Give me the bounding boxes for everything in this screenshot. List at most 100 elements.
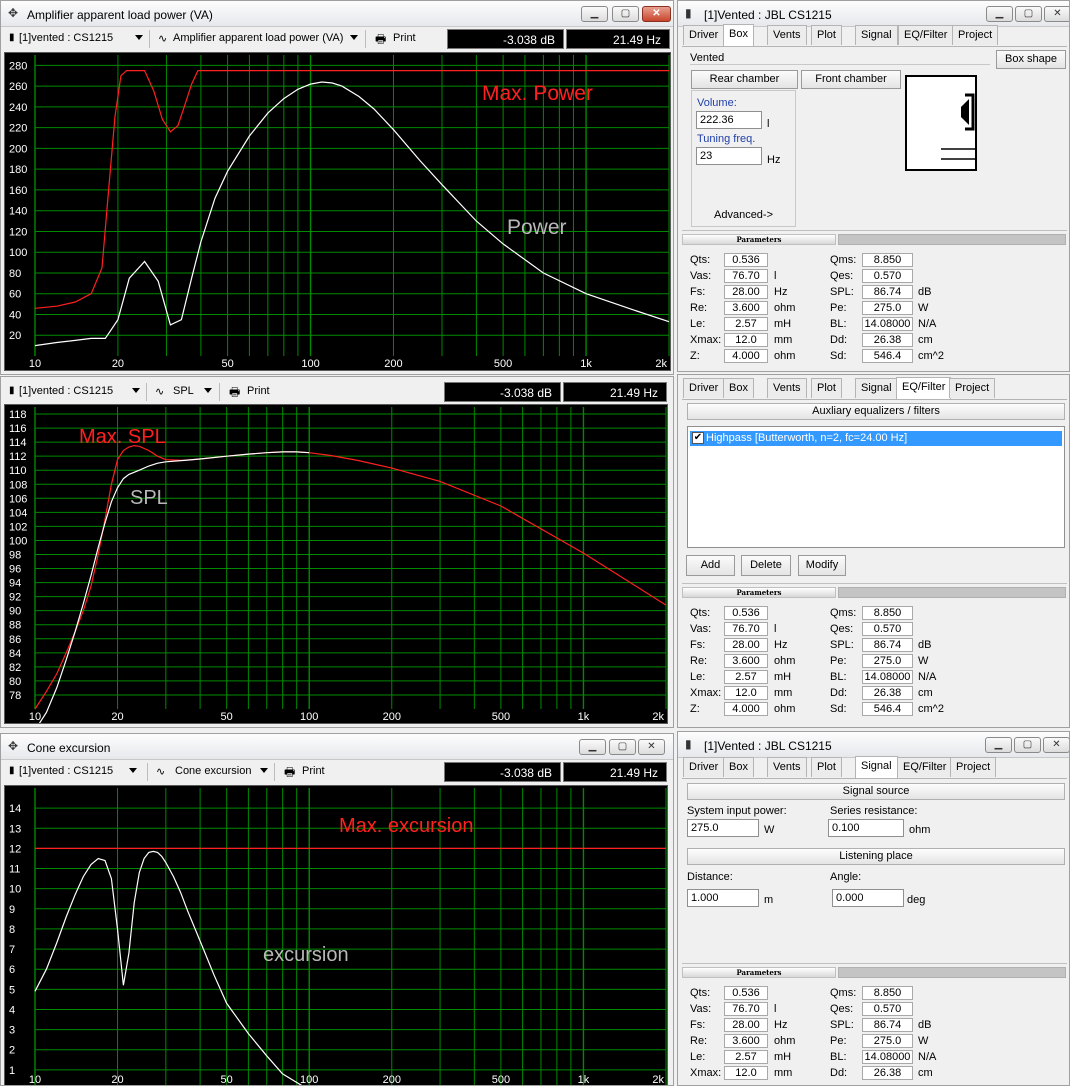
minimize-button[interactable]: ▁ xyxy=(581,6,608,22)
power-plot[interactable]: 20 40 60 80 100 120 140 160 180 200 220 240 260 280 10… xyxy=(4,52,671,371)
param-pe-value: 275.0 xyxy=(862,654,913,668)
close-button[interactable]: ✕ xyxy=(1043,737,1069,753)
param-spl-value: 86.74 xyxy=(862,1018,913,1032)
excursion-plot[interactable]: 1 2 3 4 5 6 7 8 9 10 11 12 13 14 10 20 50 100 200 500 1k 2k Ma… xyxy=(4,785,668,1085)
tuning-input[interactable]: 23 xyxy=(696,147,762,165)
tab-eq-filter[interactable]: EQ/Filter xyxy=(898,25,954,45)
print-button[interactable]: Print xyxy=(247,385,270,397)
param-vas-label: Vas: xyxy=(690,623,712,635)
maximize-button[interactable]: ▢ xyxy=(1014,737,1041,753)
excursion-titlebar: ✥ Cone excursion ▁ ▢ ✕ xyxy=(1,734,673,760)
curve-selector[interactable]: [1]vented : CS1215 xyxy=(19,32,113,44)
close-button[interactable]: ✕ xyxy=(638,739,665,755)
y-tick-label: 12 xyxy=(9,843,21,855)
add-button[interactable]: Add xyxy=(686,555,735,576)
chevron-down-icon[interactable] xyxy=(129,768,137,773)
chevron-down-icon[interactable] xyxy=(260,768,268,773)
distance-field[interactable]: 1.000 xyxy=(687,889,759,907)
signal-panel: ▮ [1]Vented : JBL CS1215 ▁ ▢ ✕ Driver Bo… xyxy=(677,731,1070,1086)
volume-input[interactable]: 222.36 xyxy=(696,111,762,129)
chevron-down-icon[interactable] xyxy=(132,388,140,393)
signal-tabs: Driver Box Vents Plot Signal EQ/Filter P… xyxy=(683,756,1063,779)
tab-plot[interactable]: Plot xyxy=(811,378,842,398)
curve-selector[interactable]: [1]vented : CS1215 xyxy=(19,385,113,397)
param-pe-value: 275.0 xyxy=(862,1034,913,1048)
param-le-value: 2.57 xyxy=(724,317,768,331)
tab-project[interactable]: Project xyxy=(952,25,999,45)
tab-eq-filter[interactable]: EQ/Filter xyxy=(897,757,953,777)
param-sd-value: 546.4 xyxy=(862,702,913,716)
param-qts-value: 0.536 xyxy=(724,606,768,620)
tab-driver[interactable]: Driver xyxy=(683,378,725,398)
tab-signal[interactable]: Signal xyxy=(855,25,898,45)
param-pe-value: 275.0 xyxy=(862,301,913,315)
series-resistance-field[interactable]: 0.100 xyxy=(828,819,904,837)
list-item[interactable]: ✔ Highpass [Butterworth, n=2, fc=24.00 H… xyxy=(690,431,1062,446)
chevron-down-icon[interactable] xyxy=(135,35,143,40)
rear-chamber-button[interactable]: Rear chamber xyxy=(691,70,798,89)
param-dd-unit: cm xyxy=(918,687,933,699)
tab-box[interactable]: Box xyxy=(723,757,754,777)
plot-selector[interactable]: SPL xyxy=(173,385,194,397)
y-tick-label: 1 xyxy=(9,1065,15,1077)
chevron-down-icon[interactable] xyxy=(204,388,212,393)
y-tick-label: 88 xyxy=(9,620,21,632)
tab-eq-filter[interactable]: EQ/Filter xyxy=(896,377,952,399)
param-xmax-value: 12.0 xyxy=(724,686,768,700)
y-tick-label: 14 xyxy=(9,803,21,815)
delete-button[interactable]: Delete xyxy=(741,555,791,576)
param-fs-label: Fs: xyxy=(690,1019,706,1031)
param-z-label: Z: xyxy=(690,350,700,362)
tab-vents[interactable]: Vents xyxy=(767,25,807,45)
print-button[interactable]: Print xyxy=(393,32,416,44)
tab-box[interactable]: Box xyxy=(723,24,754,46)
eq-panel: Driver Box Vents Plot Signal EQ/Filter P… xyxy=(677,374,1070,728)
param-z-label: Z: xyxy=(690,703,700,715)
tab-driver[interactable]: Driver xyxy=(683,757,725,777)
param-qes-label: Qes: xyxy=(830,270,854,282)
param-spl-label: SPL: xyxy=(830,1019,854,1031)
y-tick-label: 98 xyxy=(9,549,21,561)
tab-vents[interactable]: Vents xyxy=(767,378,807,398)
plot-selector[interactable]: Cone excursion xyxy=(175,765,251,777)
printer-icon: 🖶 xyxy=(375,32,387,46)
tab-driver[interactable]: Driver xyxy=(683,25,725,45)
close-button[interactable]: ✕ xyxy=(642,6,671,22)
maximize-button[interactable]: ▢ xyxy=(1015,6,1042,22)
param-pe-unit: W xyxy=(918,655,929,667)
close-button[interactable]: ✕ xyxy=(1044,6,1069,22)
tab-signal[interactable]: Signal xyxy=(855,378,898,398)
plot-selector[interactable]: Amplifier apparent load power (VA) xyxy=(173,32,343,44)
param-pe-unit: W xyxy=(918,302,929,314)
spl-plot[interactable]: 78 80 82 84 86 88 90 92 94 96 98 100 102 104 106 108 110… xyxy=(4,404,668,724)
tab-plot[interactable]: Plot xyxy=(811,25,842,45)
box-shape-button[interactable]: Box shape xyxy=(996,50,1066,69)
minimize-button[interactable]: ▁ xyxy=(985,737,1012,753)
tab-project[interactable]: Project xyxy=(950,757,997,777)
front-chamber-button[interactable]: Front chamber xyxy=(801,70,901,89)
angle-field[interactable]: 0.000 xyxy=(832,889,904,907)
tab-box[interactable]: Box xyxy=(723,378,754,398)
advanced-link[interactable]: Advanced-> xyxy=(714,209,773,221)
doc-icon: ▮ xyxy=(9,765,15,776)
filter-list[interactable]: ✔ Highpass [Butterworth, n=2, fc=24.00 H… xyxy=(687,426,1065,548)
printer-icon: 🖶 xyxy=(229,385,241,399)
tab-project[interactable]: Project xyxy=(949,378,996,398)
input-power-field[interactable]: 275.0 xyxy=(687,819,759,837)
tab-signal[interactable]: Signal xyxy=(855,756,898,778)
checkbox[interactable]: ✔ xyxy=(692,432,704,444)
tab-plot[interactable]: Plot xyxy=(811,757,842,777)
tab-vents[interactable]: Vents xyxy=(767,757,807,777)
param-fs-value: 28.00 xyxy=(724,1018,768,1032)
minimize-button[interactable]: ▁ xyxy=(986,6,1013,22)
maximize-button[interactable]: ▢ xyxy=(612,6,639,22)
param-fs-value: 28.00 xyxy=(724,285,768,299)
curve-selector[interactable]: [1]vented : CS1215 xyxy=(19,765,113,777)
modify-button[interactable]: Modify xyxy=(798,555,846,576)
maximize-button[interactable]: ▢ xyxy=(609,739,636,755)
print-button[interactable]: Print xyxy=(302,765,325,777)
y-tick-label: 40 xyxy=(9,309,21,321)
minimize-button[interactable]: ▁ xyxy=(579,739,606,755)
x-tick-label: 100 xyxy=(300,711,318,723)
chevron-down-icon[interactable] xyxy=(350,35,358,40)
